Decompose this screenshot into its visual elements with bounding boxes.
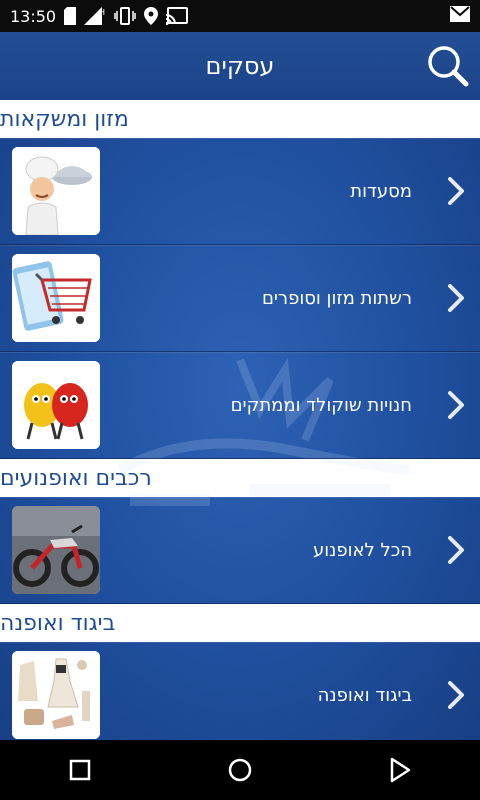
list-item-label: רשתות מזון וסופרים [261, 287, 412, 309]
status-time: 13:50 [10, 6, 57, 26]
chevron-right-icon [448, 284, 464, 312]
gmail-icon [450, 6, 470, 22]
chef-image [12, 147, 100, 235]
status-bar: 13:50 H [0, 0, 480, 32]
section-header-food: מזון ומשקאות [0, 100, 480, 138]
list-item-chocolate-shops[interactable]: חנויות שוקולד וממתקים [0, 352, 480, 459]
section-title: מזון ומשקאות [0, 106, 129, 132]
list-item-label: חנויות שוקולד וממתקים [230, 394, 412, 416]
location-icon [144, 7, 159, 25]
motorcycle-image [12, 506, 100, 594]
app-header: עסקים [0, 32, 480, 101]
shopping-cart-image [12, 254, 100, 342]
fashion-collage-image [12, 651, 100, 739]
section-header-vehicles: רכבים ואופנועים [0, 459, 480, 497]
list-item-fashion[interactable]: ביגוד ואופנה [0, 642, 480, 740]
page-title: עסקים [205, 52, 275, 80]
chevron-right-icon [448, 536, 464, 564]
vibrate-icon [114, 7, 136, 25]
search-button[interactable] [426, 44, 470, 88]
section-header-fashion: ביגוד ואופנה [0, 604, 480, 642]
svg-text:H: H [99, 8, 105, 17]
sd-card-icon [64, 7, 77, 25]
list-item-label: מסעדות [350, 180, 412, 202]
category-list[interactable]: מזון ומשקאות מסעדות רשתות מזון וסופרים ח… [0, 100, 480, 740]
home-button[interactable] [220, 750, 260, 790]
list-item-restaurants[interactable]: מסעדות [0, 138, 480, 245]
chevron-right-icon [448, 391, 464, 419]
status-icons-left: H [64, 7, 189, 25]
list-item-supermarkets[interactable]: רשתות מזון וסופרים [0, 245, 480, 352]
back-button[interactable] [380, 750, 420, 790]
chevron-right-icon [448, 177, 464, 205]
chevron-right-icon [448, 681, 464, 709]
search-icon [428, 46, 469, 87]
square-icon [69, 759, 91, 781]
status-icons-right [450, 6, 470, 26]
candy-characters-image [12, 361, 100, 449]
list-item-label: הכל לאופנוע [312, 539, 412, 561]
section-title: ביגוד ואופנה [0, 610, 116, 636]
section-title: רכבים ואופנועים [0, 465, 152, 491]
triangle-icon [390, 757, 411, 783]
list-item-label: ביגוד ואופנה [317, 684, 412, 706]
circle-icon [228, 758, 252, 782]
cast-icon [166, 7, 189, 25]
list-item-motorcycles[interactable]: הכל לאופנוע [0, 497, 480, 604]
signal-h-icon: H [84, 7, 105, 25]
system-nav-bar [0, 740, 480, 800]
recent-apps-button[interactable] [60, 750, 100, 790]
